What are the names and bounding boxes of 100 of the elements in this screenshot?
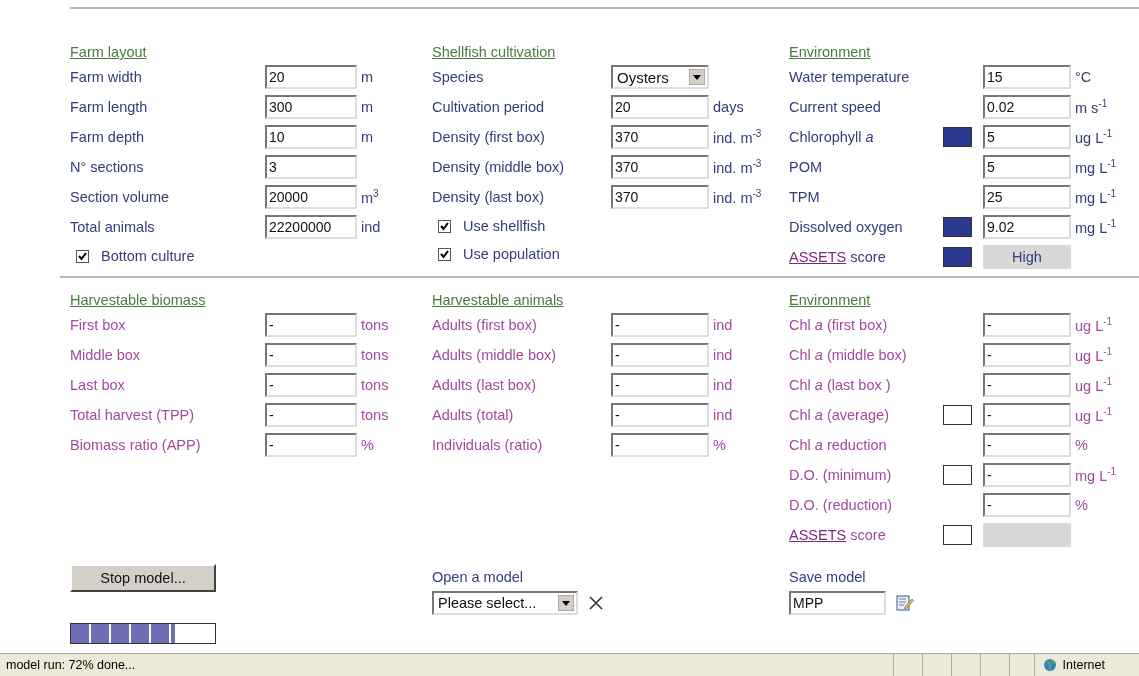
field-label: Last box xyxy=(70,377,125,393)
unit-label: ind. m$^{-3}$ xyxy=(713,189,762,206)
model-name-field[interactable]: MPP xyxy=(789,591,886,615)
input-field[interactable]: - xyxy=(983,343,1071,367)
input-field[interactable]: 5 xyxy=(983,155,1071,179)
field-label: Chlorophyll a xyxy=(789,129,874,145)
unit-label: ind xyxy=(713,377,733,393)
field-label: Individuals (ratio) xyxy=(432,437,543,453)
field-label: Water temperature xyxy=(789,69,910,85)
field-label: POM xyxy=(789,159,823,175)
field-label: Adults (last box) xyxy=(432,377,536,393)
status-text: model run: 72% done... xyxy=(5,658,136,672)
input-field[interactable]: 20 xyxy=(611,95,709,119)
unit-label: m xyxy=(361,129,374,145)
field-label: Chl a (first box) xyxy=(789,317,888,333)
edit-document-icon[interactable] xyxy=(896,594,914,612)
input-field[interactable]: - xyxy=(611,403,709,427)
input-field[interactable]: 20000 xyxy=(265,185,357,209)
section-heading: Shellfish cultivation xyxy=(432,43,557,61)
assets-link[interactable]: ASSETS xyxy=(789,249,847,265)
input-field[interactable]: 300 xyxy=(265,95,357,119)
input-field[interactable]: - xyxy=(611,373,709,397)
field-label: Adults (total) xyxy=(432,407,514,423)
model-dropdown[interactable]: Please select... xyxy=(432,591,578,615)
field-label: Chl a (middle box) xyxy=(789,347,907,363)
dropdown-arrow-icon[interactable] xyxy=(689,69,705,85)
section-heading: Farm layout xyxy=(70,43,148,61)
dropdown-arrow-icon[interactable] xyxy=(558,595,574,611)
field-label: Chl a (average) xyxy=(789,407,889,423)
input-field[interactable]: - xyxy=(983,493,1071,517)
zone-label: Internet xyxy=(1062,658,1105,672)
unit-label: ug L$^{-1}$ xyxy=(1075,129,1113,146)
input-field[interactable]: - xyxy=(265,313,357,337)
score-field: High xyxy=(983,245,1071,269)
input-field[interactable]: 9.02 xyxy=(983,215,1071,239)
input-field[interactable]: - xyxy=(611,433,709,457)
input-field[interactable]: - xyxy=(611,313,709,337)
input-field[interactable]: 370 xyxy=(611,155,709,179)
checkbox[interactable] xyxy=(76,249,89,263)
unit-label: m s$^{-1}$ xyxy=(1075,99,1108,116)
checkbox[interactable] xyxy=(438,219,451,233)
input-field[interactable]: 22200000 xyxy=(265,215,357,239)
input-field[interactable]: - xyxy=(983,373,1071,397)
field-label: Density (last box) xyxy=(432,189,544,205)
stop-model-button[interactable]: Stop model... xyxy=(70,564,216,592)
globe-icon xyxy=(1042,658,1057,672)
close-icon[interactable] xyxy=(588,595,604,611)
unit-label: ind xyxy=(361,219,381,235)
input-field[interactable]: 5 xyxy=(983,125,1071,149)
unit-label: ind xyxy=(713,407,733,423)
unit-label: mg L$^{-1}$ xyxy=(1075,189,1117,206)
input-field[interactable]: - xyxy=(611,343,709,367)
checkbox-label: Use shellfish xyxy=(463,218,546,234)
field-label: Biomass ratio (APP) xyxy=(70,437,201,453)
unit-label: °C xyxy=(1075,69,1092,85)
unit-label: ind xyxy=(713,317,733,333)
save-model-label: Save model xyxy=(789,569,867,587)
checkbox-label: Bottom culture xyxy=(101,248,195,264)
field-label: Total harvest (TPP) xyxy=(70,407,195,423)
assets-link[interactable]: ASSETS xyxy=(789,527,847,543)
unit-label: % xyxy=(361,437,374,453)
field-label: Density (middle box) xyxy=(432,159,565,175)
field-label: score xyxy=(850,249,886,265)
section-heading: Environment xyxy=(789,43,872,61)
field-label: Farm length xyxy=(70,99,148,115)
input-field[interactable]: 3 xyxy=(265,155,357,179)
field-label: Chl a reduction xyxy=(789,437,887,453)
unit-label: ug L$^{-1}$ xyxy=(1075,317,1113,334)
open-model-label: Open a model xyxy=(432,569,525,587)
input-field[interactable]: - xyxy=(265,433,357,457)
input-field[interactable]: 15 xyxy=(983,65,1071,89)
unit-label: days xyxy=(713,99,744,115)
unit-label: m xyxy=(361,69,374,85)
input-field[interactable]: 370 xyxy=(611,125,709,149)
input-field[interactable]: - xyxy=(983,433,1071,457)
input-field[interactable]: - xyxy=(265,403,357,427)
input-field[interactable]: - xyxy=(983,403,1071,427)
input-field[interactable]: 10 xyxy=(265,125,357,149)
field-label: TPM xyxy=(789,189,820,205)
unit-label: % xyxy=(1075,437,1088,453)
field-label: Dissolved oxygen xyxy=(789,219,903,235)
field-label: D.O. (minimum) xyxy=(789,467,892,483)
unit-label: mg L$^{-1}$ xyxy=(1075,219,1117,236)
input-field[interactable]: 0.02 xyxy=(983,95,1071,119)
input-field[interactable]: 20 xyxy=(265,65,357,89)
field-label: Section volume xyxy=(70,189,170,205)
species-dropdown[interactable]: Oysters xyxy=(611,65,709,89)
field-label: Species xyxy=(432,69,484,85)
input-field[interactable]: - xyxy=(265,343,357,367)
unit-label: tons xyxy=(361,407,389,423)
input-field[interactable]: 370 xyxy=(611,185,709,209)
field-label: Total animals xyxy=(70,219,155,235)
section-heading: Harvestable biomass xyxy=(70,291,207,309)
field-label: Chl a (last box ) xyxy=(789,377,891,393)
input-field[interactable]: - xyxy=(265,373,357,397)
input-field[interactable]: - xyxy=(983,463,1071,487)
input-field[interactable]: - xyxy=(983,313,1071,337)
unit-label: mg L$^{-1}$ xyxy=(1075,159,1117,176)
checkbox[interactable] xyxy=(438,247,451,261)
input-field[interactable]: 25 xyxy=(983,185,1071,209)
